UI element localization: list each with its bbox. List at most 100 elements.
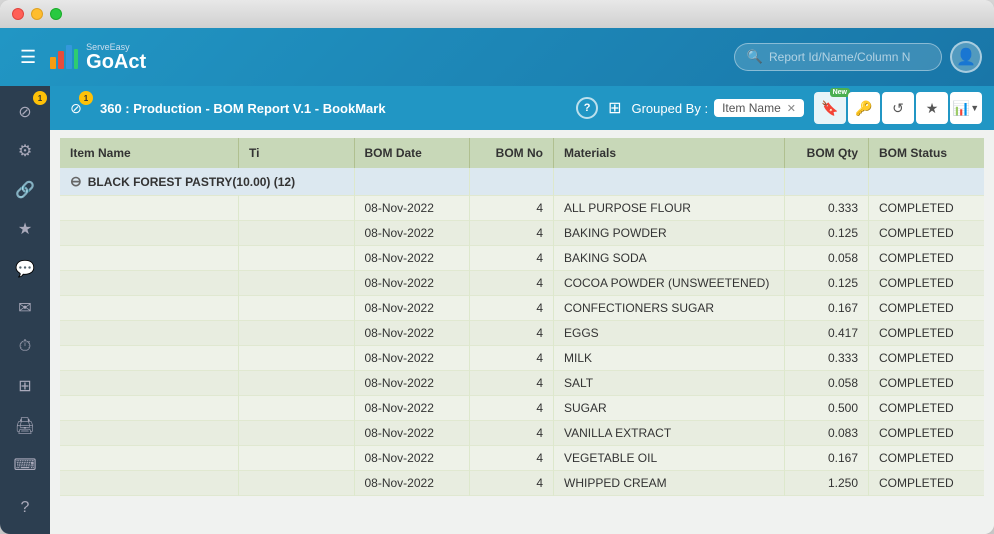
help-icon: ? [21,499,30,517]
grouped-tag: Item Name ✕ [714,99,804,117]
cell-status: COMPLETED [869,371,985,396]
question-icon: ? [584,102,591,114]
search-box[interactable]: 🔍 [734,43,942,71]
help-button[interactable]: ? [576,97,598,119]
sidebar-item-print[interactable]: 🖨 [6,408,44,443]
cell-ti [239,346,355,371]
search-icon: 🔍 [747,49,763,65]
app-window: ☰ ServeEasy GoAct 🔍 👤 ⊘ [0,0,994,534]
sidebar-item-link[interactable]: 🔗 [6,173,44,208]
cell-bomno: 4 [470,196,554,221]
star-icon: ★ [18,219,32,239]
key-button[interactable]: 🔑 [848,92,880,124]
logo-icon [48,41,80,73]
sidebar-item-filter[interactable]: ⊘ 1 [6,94,44,129]
col-bom-status: BOM Status [869,138,985,168]
cell-bomno: 4 [470,446,554,471]
cell-item [60,421,239,446]
chart-icon: 📊 [953,100,970,117]
maximize-button[interactable] [50,8,62,20]
cell-materials: SUGAR [554,396,785,421]
sidebar-item-chat[interactable]: 💬 [6,251,44,286]
table-header-row: Item Name Ti BOM Date BOM No Materials B… [60,138,984,168]
cell-materials: ALL PURPOSE FLOUR [554,196,785,221]
remove-group-button[interactable]: ✕ [787,102,796,115]
cell-date: 08-Nov-2022 [354,321,470,346]
refresh-button[interactable]: ↺ [882,92,914,124]
bookmark-button[interactable]: 🔖 New [814,92,846,124]
group-date [354,168,470,196]
cell-materials: WHIPPED CREAM [554,471,785,496]
content-area: ⊘ 1 360 : Production - BOM Report V.1 - … [50,86,994,534]
filter-button[interactable]: ⊘ 1 [62,94,90,122]
cell-item [60,296,239,321]
star-toolbar-icon: ★ [926,100,939,117]
cell-date: 08-Nov-2022 [354,271,470,296]
sidebar-item-email[interactable]: ✉ [6,290,44,325]
cell-item [60,196,239,221]
favorite-button[interactable]: ★ [916,92,948,124]
cell-qty: 0.333 [785,346,869,371]
right-toolbar: 🔖 New 🔑 ↺ ★ 📊 ▼ [814,92,982,124]
table-row: 08-Nov-2022 4 BAKING SODA 0.058 COMPLETE… [60,246,984,271]
cell-ti [239,196,355,221]
sidebar-item-settings[interactable]: ⚙ [6,133,44,168]
header-search: 🔍 👤 [734,41,982,73]
email-icon: ✉ [18,298,31,318]
close-button[interactable] [12,8,24,20]
cell-status: COMPLETED [869,271,985,296]
group-qty [785,168,869,196]
cell-status: COMPLETED [869,471,985,496]
main-layout: ⊘ 1 ⚙ 🔗 ★ 💬 ✉ ⏱ ⊞ [0,86,994,534]
logo-text: ServeEasy GoAct [86,43,146,72]
filter-count-badge: 1 [79,91,93,105]
user-avatar[interactable]: 👤 [950,41,982,73]
key-icon: 🔑 [855,100,872,117]
cell-date: 08-Nov-2022 [354,196,470,221]
cell-qty: 0.125 [785,221,869,246]
cell-item [60,371,239,396]
cell-date: 08-Nov-2022 [354,371,470,396]
cell-bomno: 4 [470,346,554,371]
table-row: 08-Nov-2022 4 WHIPPED CREAM 1.250 COMPLE… [60,471,984,496]
sidebar-item-keyboard[interactable]: ⌨ [6,447,44,482]
cell-qty: 0.083 [785,421,869,446]
table-container[interactable]: Item Name Ti BOM Date BOM No Materials B… [50,130,994,534]
bookmark-icon: 🔖 [821,100,838,117]
cell-bomno: 4 [470,371,554,396]
cell-ti [239,246,355,271]
table-row: 08-Nov-2022 4 SALT 0.058 COMPLETED [60,371,984,396]
cell-status: COMPLETED [869,196,985,221]
search-input[interactable] [769,50,929,64]
chat-icon: 💬 [15,259,35,279]
minimize-button[interactable] [31,8,43,20]
cell-ti [239,271,355,296]
cell-date: 08-Nov-2022 [354,421,470,446]
table-row: 08-Nov-2022 4 CONFECTIONERS SUGAR 0.167 … [60,296,984,321]
keyboard-icon: ⌨ [13,455,36,475]
cell-qty: 0.500 [785,396,869,421]
cell-item [60,321,239,346]
cell-materials: VANILLA EXTRACT [554,421,785,446]
cell-qty: 0.333 [785,196,869,221]
sidebar-item-star[interactable]: ★ [6,212,44,247]
menu-button[interactable]: ☰ [12,43,44,72]
cell-bomno: 4 [470,421,554,446]
grouped-by-section: Grouped By : Item Name ✕ [631,99,804,117]
grid-view-button[interactable]: ⊞ [608,98,621,118]
cell-ti [239,396,355,421]
sidebar-item-clock[interactable]: ⏱ [6,330,44,365]
cell-ti [239,296,355,321]
sidebar-item-help[interactable]: ? [6,491,44,526]
cell-materials: CONFECTIONERS SUGAR [554,296,785,321]
chart-button[interactable]: 📊 ▼ [950,92,982,124]
cell-qty: 0.417 [785,321,869,346]
collapse-icon[interactable]: ⊖ [70,173,82,190]
table-row: 08-Nov-2022 4 ALL PURPOSE FLOUR 0.333 CO… [60,196,984,221]
table-row: 08-Nov-2022 4 MILK 0.333 COMPLETED [60,346,984,371]
logo-goact: GoAct [86,52,146,72]
cell-bomno: 4 [470,246,554,271]
app-header: ☰ ServeEasy GoAct 🔍 👤 [0,28,994,86]
sidebar-item-table[interactable]: ⊞ [6,369,44,404]
cell-ti [239,221,355,246]
